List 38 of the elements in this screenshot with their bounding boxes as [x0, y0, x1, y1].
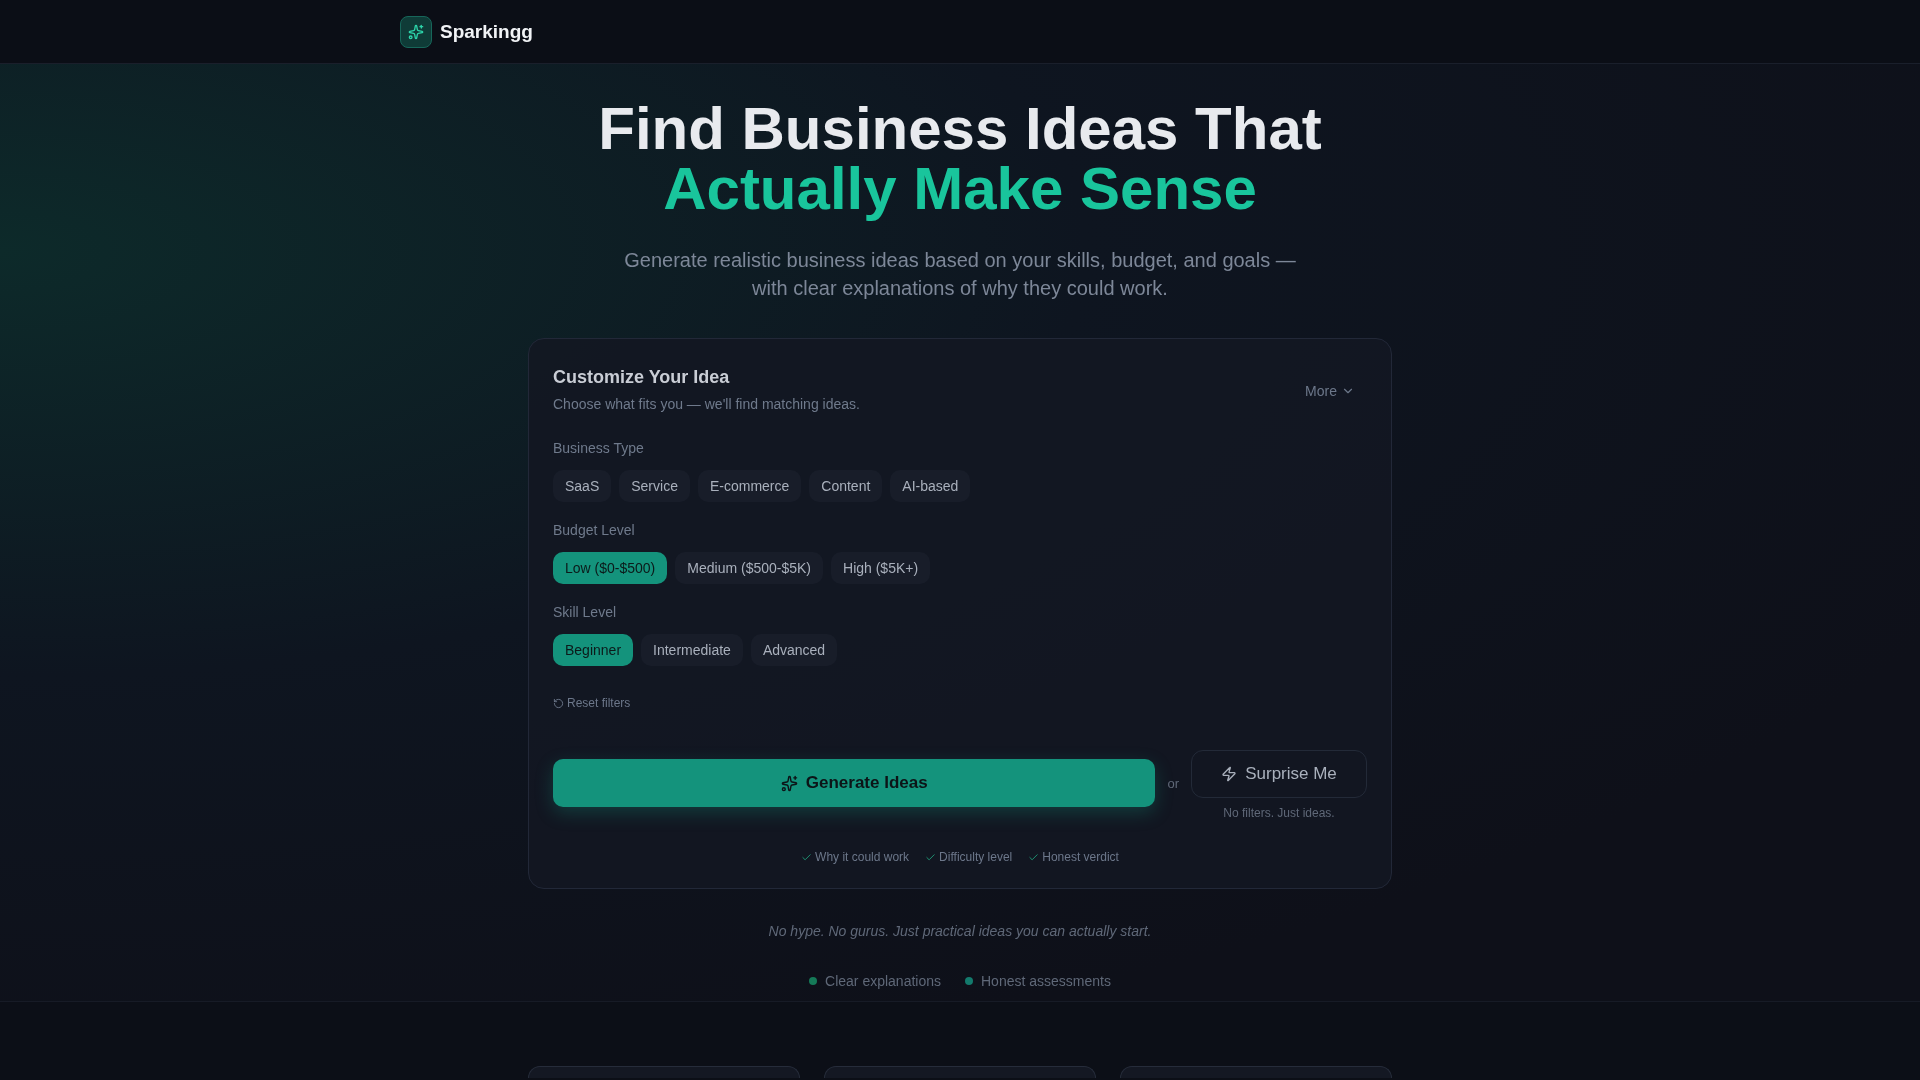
- feature-text: Honest verdict: [1042, 850, 1119, 864]
- group-label: Business Type: [553, 440, 645, 456]
- feature-text: Difficulty level: [939, 850, 1013, 864]
- sparkle-icon: [780, 774, 798, 792]
- option-chip[interactable]: Content: [809, 470, 883, 502]
- option-chip[interactable]: E-commerce: [697, 470, 802, 502]
- surprise-caption: No filters. Just ideas.: [1223, 806, 1335, 820]
- check-icon: [1028, 851, 1040, 863]
- reset-filters-link[interactable]: Reset filters: [553, 696, 631, 710]
- option-chip[interactable]: Medium ($500-$5K): [675, 552, 823, 584]
- option-chip[interactable]: AI-based: [890, 470, 971, 502]
- highlight-text: Honest assessments: [981, 973, 1111, 989]
- option-chip[interactable]: Beginner: [553, 634, 634, 666]
- generate-button[interactable]: Generate Ideas: [553, 759, 1156, 807]
- or-text: or: [1167, 776, 1179, 791]
- option-chip[interactable]: High ($5K+): [831, 552, 931, 584]
- card-subtitle: Choose what fits you — we'll find matching ideas.: [553, 396, 860, 412]
- hero-subtitle: with clear explanations of why they could work.: [751, 276, 1169, 301]
- hero-subtitle: Generate realistic business ideas based on your skills, budget, and goals —: [624, 248, 1296, 273]
- more-button[interactable]: More: [1305, 383, 1355, 399]
- check-icon: [801, 851, 813, 863]
- check-icon: [925, 851, 937, 863]
- card-title: Customize Your Idea: [553, 367, 731, 388]
- highlight-text: Clear explanations: [825, 973, 941, 989]
- option-chip[interactable]: Service: [619, 470, 690, 502]
- feature-text: Why it could work: [815, 850, 910, 864]
- option-chip[interactable]: SaaS: [553, 470, 612, 502]
- tagline: No hype. No gurus. Just practical ideas you can actually start.: [768, 923, 1152, 939]
- option-chip[interactable]: Intermediate: [641, 634, 743, 666]
- group-label: Budget Level: [553, 522, 636, 538]
- lightning-icon: [1221, 766, 1238, 782]
- option-chip[interactable]: Low ($0-$500): [553, 552, 668, 584]
- logo-icon: [400, 15, 432, 48]
- reset-icon: [553, 697, 564, 709]
- surprise-button[interactable]: Surprise Me: [1191, 750, 1367, 798]
- group-label: Skill Level: [553, 604, 618, 620]
- brand-name: Sparkingg: [440, 20, 533, 43]
- option-chip[interactable]: Advanced: [750, 634, 838, 666]
